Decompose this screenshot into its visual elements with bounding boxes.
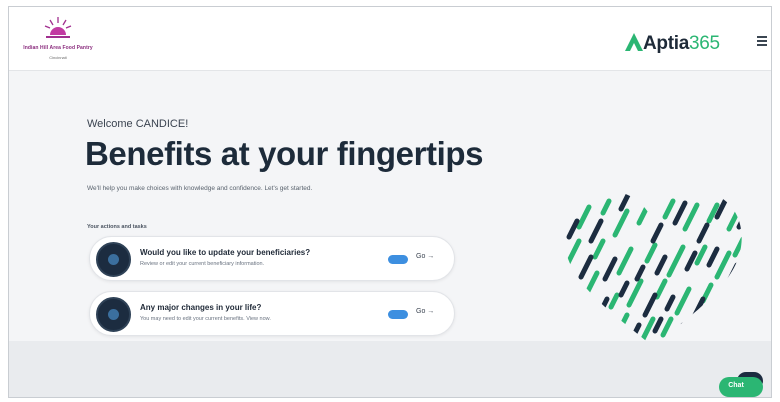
status-badge [388, 310, 408, 319]
page-headline: Benefits at your fingertips [85, 135, 484, 172]
top-header: Indian Hill Area Food Pantry Cincinnati … [9, 7, 771, 71]
sun-logo-icon [44, 17, 72, 38]
brand-name: Aptia [643, 33, 690, 54]
client-name: Indian Hill Area Food Pantry [23, 45, 93, 51]
client-subtitle: Cincinnati [49, 55, 67, 60]
welcome-text: Welcome CANDICE! [87, 118, 189, 130]
app-window: Indian Hill Area Food Pantry Cincinnati … [8, 6, 772, 398]
brand-number: 365 [689, 33, 720, 54]
aptia-logo[interactable]: Aptia365 [623, 29, 743, 55]
actions-section-label: Your actions and tasks [87, 224, 147, 230]
action-title: Would you like to update your beneficiar… [140, 248, 311, 257]
chat-label: Chat [728, 382, 744, 389]
heart-illustration [564, 191, 742, 346]
info-icon [96, 297, 131, 332]
info-icon [96, 242, 131, 277]
aptia-mark-icon [625, 33, 643, 51]
go-link[interactable]: Go → [416, 308, 434, 315]
client-logo[interactable]: Indian Hill Area Food Pantry Cincinnati [23, 15, 93, 65]
action-title: Any major changes in your life? [140, 303, 262, 312]
action-description: You may need to edit your current benefi… [140, 316, 271, 322]
action-card-life-changes[interactable]: Any major changes in your life? You may … [89, 291, 455, 336]
aptia-wordmark: Aptia365 [643, 33, 720, 55]
status-badge [388, 255, 408, 264]
hamburger-menu-icon[interactable] [757, 36, 767, 46]
action-description: Review or edit your current beneficiary … [140, 261, 265, 267]
action-card-beneficiaries[interactable]: Would you like to update your beneficiar… [89, 236, 455, 281]
hero-subtext: We'll help you make choices with knowled… [87, 185, 313, 192]
chat-button[interactable]: Chat [719, 377, 763, 397]
go-link[interactable]: Go → [416, 253, 434, 260]
hero-section: Welcome CANDICE! Benefits at your finger… [9, 71, 771, 397]
